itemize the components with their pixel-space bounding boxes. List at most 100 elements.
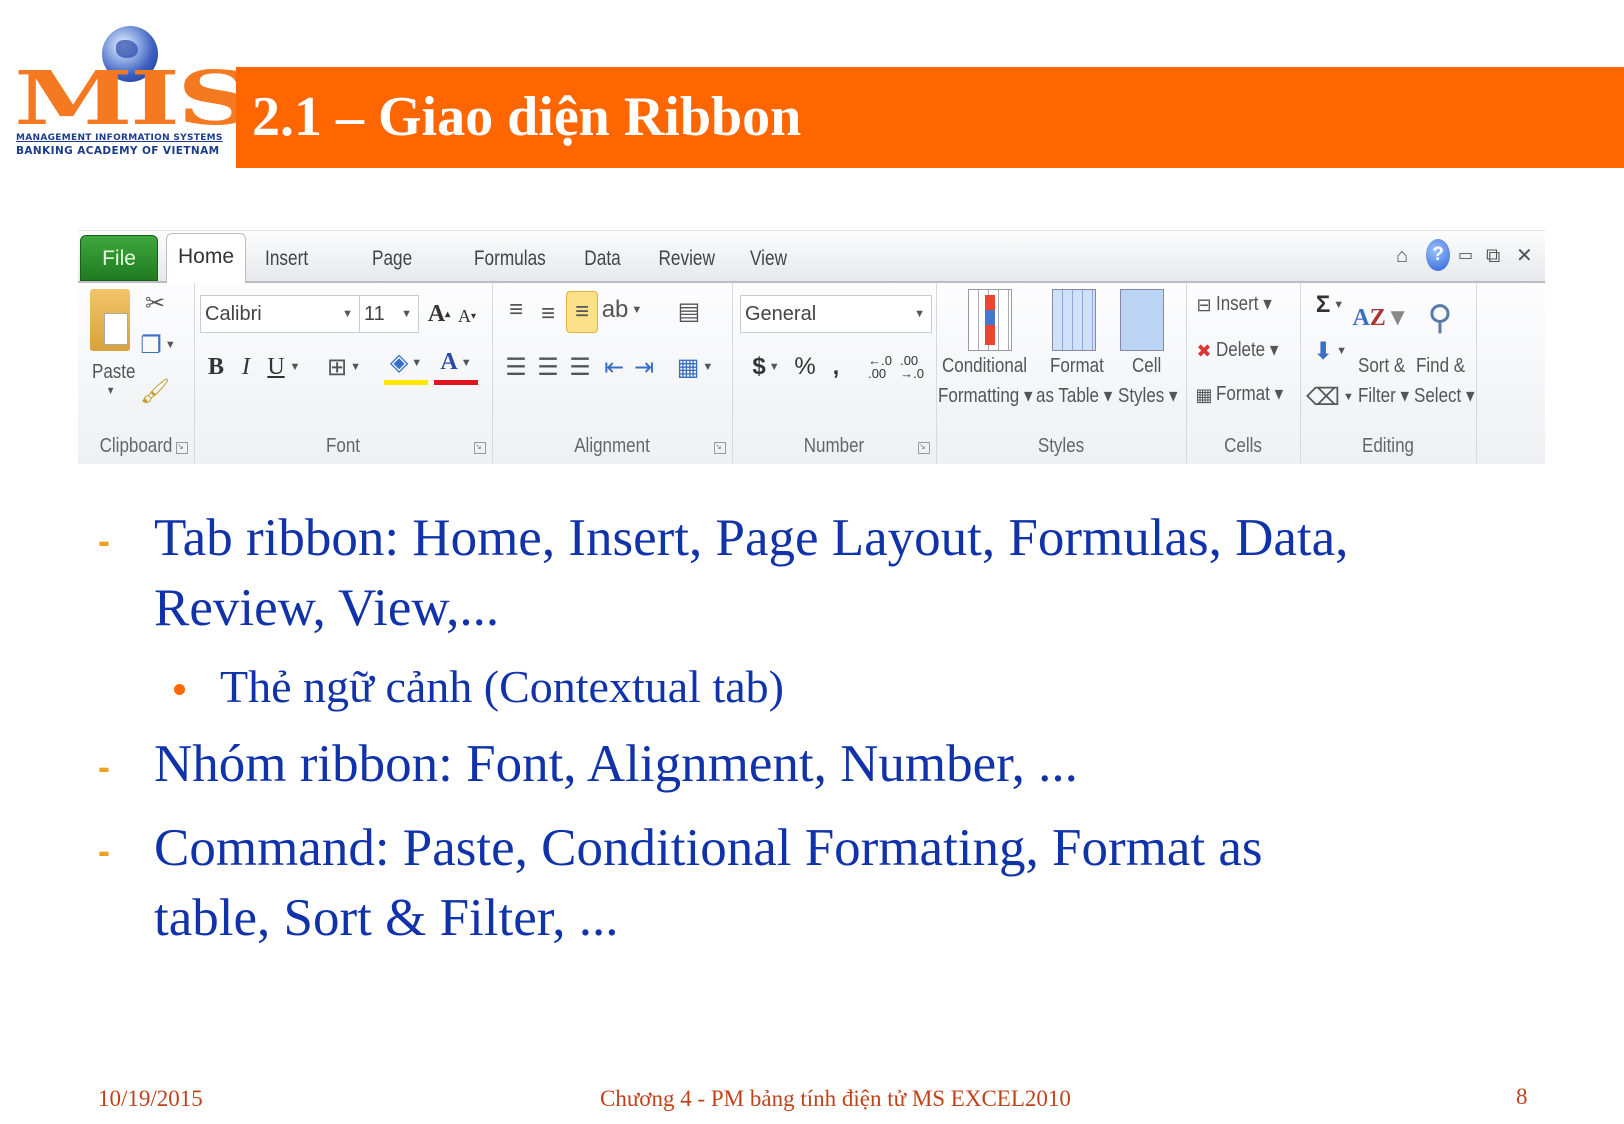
sub-bullet-dot [174,684,185,695]
bullet-text-tab-ribbon-line-2: Review, View,... [154,579,500,637]
decrease-decimal-button[interactable]: .00 →.0 [898,349,926,385]
conditional-formatting-label-1[interactable]: Conditional [942,355,1027,378]
orientation-icon[interactable]: ab ▼ [602,293,643,327]
group-label-cells: Cells [1224,435,1262,457]
cell-styles-icon [1120,289,1164,351]
comma-button[interactable]: , [824,349,848,385]
format-as-table-label-1[interactable]: Format [1050,355,1104,378]
font-name-combo[interactable]: Calibri ▼ [200,295,360,333]
bullet-marker: - [98,520,110,561]
find-select-button[interactable]: Select ▾ [1414,383,1475,408]
cell-styles-button[interactable]: Styles ▾ [1118,383,1178,408]
group-label-clipboard: Clipboard [99,435,173,457]
tab-formulas[interactable]: Formulas [474,239,546,281]
tab-insert[interactable]: Insert [262,239,311,281]
copy-icon[interactable]: ❐ ▼ [140,329,176,361]
conditional-formatting-button[interactable]: Formatting ▾ [938,383,1033,408]
cut-icon[interactable]: ✂ [140,287,170,319]
sort-filter-icon: A Z ▼ [1352,304,1410,331]
group-styles: Conditional Formatting ▾ Format as Table… [936,283,1187,464]
bold-button[interactable]: B [204,349,228,385]
group-alignment: ≡ ≡ ≡ ab ▼ ☰ ☰ ☰ ⇤ ⇥ ▤ ▦ ▼ Alignment ↘ [492,283,733,464]
underline-dropdown-icon[interactable]: ▼ [288,349,302,385]
help-icon[interactable]: ? [1426,239,1450,271]
align-middle-icon[interactable]: ≡ [534,297,562,331]
format-cells-button[interactable]: Format ▾ [1216,381,1283,406]
conditional-formatting-icon [968,289,1012,351]
close-window-icon[interactable]: ✕ [1516,237,1533,275]
format-cells-icon: ▦ [1195,384,1213,405]
paste-dropdown-icon[interactable]: ▼ [106,385,115,397]
align-left-icon[interactable]: ☰ [502,349,530,385]
borders-icon[interactable]: ⊞ ▼ [324,349,364,385]
logo-text: MIS [14,56,255,142]
clipboard-launcher-icon[interactable]: ↘ [176,442,188,454]
merge-center-icon[interactable]: ▦ ▼ [674,349,716,385]
group-clipboard: Paste ▼ ✂ ❐ ▼ 🖌 Clipboard ↘ [78,283,195,464]
chevron-down-icon: ▼ [401,308,412,320]
find-select-label-1[interactable]: Find & [1416,355,1465,378]
sort-filter-label-1[interactable]: Sort & [1358,355,1405,378]
grow-font-icon[interactable]: A ▴ [426,297,452,331]
bullet-text-command-line-2: table, Sort & Filter, ... [154,889,619,947]
underline-button[interactable]: U [264,349,288,385]
italic-button[interactable]: I [234,349,258,385]
minimize-window-icon[interactable]: ▭ [1458,237,1473,275]
bullet-text-command-line-1: Command: Paste, Conditional Formating, F… [154,819,1263,877]
font-size-combo[interactable]: 11 ▼ [359,295,419,333]
group-number: General ▼ $ ▼ % , ←.0 .00 .00 →.0 Number ↘ [732,283,937,464]
font-color-icon[interactable]: A ▼ [434,345,478,385]
increase-decimal-button[interactable]: ←.0 .00 [866,349,894,385]
bullet-text-nhom-ribbon: Nhóm ribbon: Font, Alignment, Number, ..… [154,735,1078,793]
fill-color-icon[interactable]: ◈ ▼ [384,345,428,385]
tab-review[interactable]: Review [658,239,715,281]
title-bar: 2.1 – Giao diện Ribbon [236,67,1624,168]
number-launcher-icon[interactable]: ↘ [918,442,930,454]
clear-icon[interactable]: ⌫ ▼ [1306,379,1354,415]
logo-subtitle-1: MANAGEMENT INFORMATION SYSTEMS [16,133,223,143]
group-label-alignment: Alignment [574,435,650,457]
format-as-table-button[interactable]: as Table ▾ [1036,383,1112,408]
group-cells: ⊟ Insert ▾ ✖ Delete ▾ ▦ Format ▾ Cells [1186,283,1301,464]
insert-cells-icon: ⊟ [1196,294,1212,315]
ribbon-tab-row: File Home Insert Page Layout Formulas Da… [78,231,1545,310]
paste-icon[interactable] [90,289,130,351]
fill-icon[interactable]: ⬇ ▼ [1310,333,1350,369]
group-label-editing: Editing [1362,435,1414,457]
tab-data[interactable]: Data [582,239,623,281]
tab-view[interactable]: View [748,239,789,281]
chevron-down-icon: ▼ [914,308,925,320]
sort-filter-button[interactable]: Filter ▾ [1358,383,1409,408]
delete-cells-button[interactable]: Delete ▾ [1216,337,1278,362]
font-launcher-icon[interactable]: ↘ [474,442,486,454]
cell-styles-label-1[interactable]: Cell [1132,355,1161,378]
format-painter-icon[interactable]: 🖌 [140,375,170,407]
tab-page-layout[interactable]: Page Layout [347,239,437,310]
number-format-combo[interactable]: General ▼ [740,295,932,333]
restore-window-icon[interactable]: ⧉ [1486,237,1500,275]
paste-button[interactable]: Paste [92,361,135,384]
excel-ribbon: File Home Insert Page Layout Formulas Da… [78,230,1545,464]
autosum-button[interactable]: Σ ▼ [1310,289,1350,321]
find-select-icon: ⚲ [1427,299,1453,337]
increase-indent-icon[interactable]: ⇥ [630,349,658,385]
align-right-icon[interactable]: ☰ [566,349,594,385]
tab-file[interactable]: File [80,235,158,281]
align-bottom-icon[interactable]: ≡ [566,291,598,333]
align-top-icon[interactable]: ≡ [502,293,530,327]
font-name-value: Calibri [205,303,262,325]
tab-home[interactable]: Home [166,233,246,283]
bullet-text-tab-ribbon-line-1: Tab ribbon: Home, Insert, Page Layout, F… [154,509,1349,567]
shrink-font-icon[interactable]: A ▾ [454,301,480,331]
bullet-marker: - [98,830,110,871]
percent-button[interactable]: % [790,349,820,385]
currency-button[interactable]: $ ▼ [746,349,786,385]
insert-cells-button[interactable]: Insert ▾ [1216,291,1272,316]
delete-cells-icon: ✖ [1196,340,1212,361]
decrease-indent-icon[interactable]: ⇤ [600,349,628,385]
minimize-ribbon-icon[interactable]: ⌂ [1396,237,1408,275]
alignment-launcher-icon[interactable]: ↘ [714,442,726,454]
wrap-text-icon[interactable]: ▤ [674,293,704,329]
bullet-marker: - [98,746,110,787]
align-center-icon[interactable]: ☰ [534,349,562,385]
